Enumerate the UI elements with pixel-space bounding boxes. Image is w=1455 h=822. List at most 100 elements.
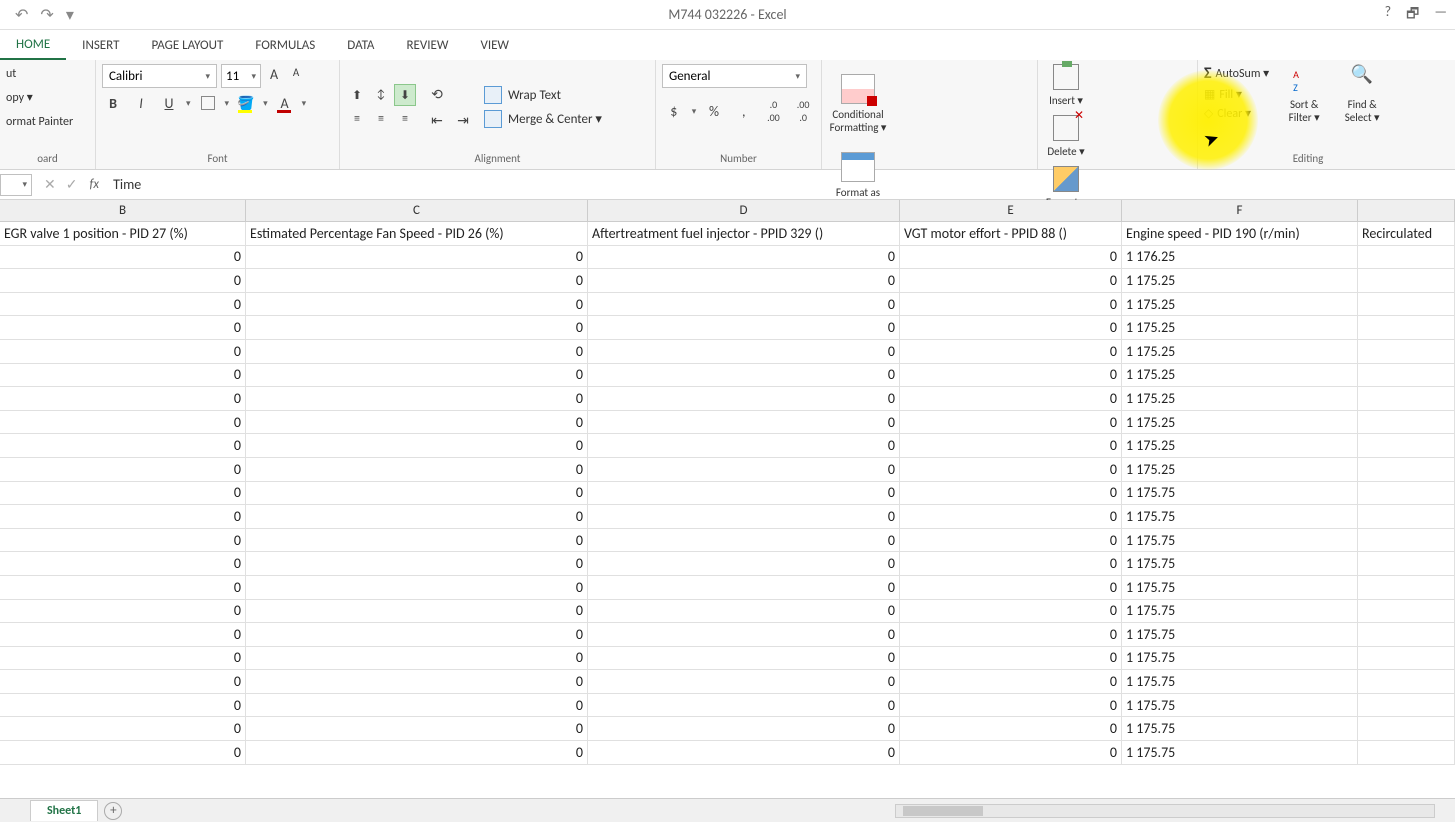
cell[interactable] bbox=[1358, 269, 1455, 292]
header-D[interactable]: Aftertreatment fuel injector - PPID 329 … bbox=[588, 222, 900, 245]
help-icon[interactable]: ? bbox=[1385, 3, 1392, 27]
cell[interactable]: 0 bbox=[900, 364, 1122, 387]
sort-filter-button[interactable]: Sort & Filter ▾ bbox=[1279, 64, 1329, 150]
cell[interactable]: 0 bbox=[588, 694, 900, 717]
cell[interactable]: 0 bbox=[588, 246, 900, 269]
cell[interactable]: 0 bbox=[0, 505, 246, 528]
cell[interactable]: 0 bbox=[0, 269, 246, 292]
cell[interactable]: 1 175.25 bbox=[1122, 458, 1358, 481]
fill-color-button[interactable]: 🪣 bbox=[235, 92, 257, 114]
cell[interactable]: 0 bbox=[246, 293, 588, 316]
header-C[interactable]: Estimated Percentage Fan Speed - PID 26 … bbox=[246, 222, 588, 245]
cell[interactable]: 0 bbox=[900, 623, 1122, 646]
currency-dropdown-icon[interactable]: ▾ bbox=[692, 106, 697, 117]
cell[interactable] bbox=[1358, 623, 1455, 646]
cell[interactable]: 0 bbox=[246, 316, 588, 339]
cell[interactable]: 1 175.75 bbox=[1122, 482, 1358, 505]
cut-button[interactable]: ut bbox=[6, 64, 89, 84]
cell[interactable] bbox=[1358, 387, 1455, 410]
number-format-select[interactable]: General▾ bbox=[662, 64, 807, 88]
cell[interactable]: 0 bbox=[246, 600, 588, 623]
cell[interactable]: 0 bbox=[246, 529, 588, 552]
cell[interactable]: 0 bbox=[0, 623, 246, 646]
delete-cells-button[interactable]: Delete ▾ bbox=[1044, 115, 1088, 158]
cell[interactable]: 0 bbox=[900, 434, 1122, 457]
ribbon-display-icon[interactable]: 🗗 bbox=[1406, 3, 1419, 27]
cell[interactable]: 1 175.25 bbox=[1122, 340, 1358, 363]
cell[interactable] bbox=[1358, 316, 1455, 339]
cell[interactable]: 0 bbox=[588, 434, 900, 457]
header-B[interactable]: EGR valve 1 position - PID 27 (%) bbox=[0, 222, 246, 245]
find-select-button[interactable]: Find & Select ▾ bbox=[1337, 64, 1387, 150]
cell[interactable]: 0 bbox=[588, 552, 900, 575]
cell[interactable]: 1 175.75 bbox=[1122, 670, 1358, 693]
cell[interactable]: 0 bbox=[246, 458, 588, 481]
cell[interactable] bbox=[1358, 529, 1455, 552]
increase-indent-icon[interactable]: ⇥ bbox=[452, 109, 474, 131]
cell[interactable]: 1 175.25 bbox=[1122, 364, 1358, 387]
minimize-icon[interactable]: — bbox=[1434, 3, 1447, 27]
cell[interactable]: 0 bbox=[900, 482, 1122, 505]
align-top-icon[interactable]: ⬆ bbox=[346, 84, 368, 106]
header-G[interactable]: Recirculated bbox=[1358, 222, 1455, 245]
underline-button[interactable]: U bbox=[158, 92, 180, 114]
cell[interactable]: 0 bbox=[0, 670, 246, 693]
align-left-icon[interactable]: ≡ bbox=[346, 108, 368, 130]
align-bottom-icon[interactable]: ⬇ bbox=[394, 84, 416, 106]
cell[interactable]: 1 175.75 bbox=[1122, 529, 1358, 552]
cell[interactable]: 0 bbox=[246, 623, 588, 646]
cell[interactable]: 0 bbox=[246, 647, 588, 670]
col-header-B[interactable]: B bbox=[0, 200, 246, 221]
scrollbar-thumb[interactable] bbox=[903, 806, 983, 816]
cell[interactable]: 1 175.75 bbox=[1122, 694, 1358, 717]
cell[interactable]: 1 175.25 bbox=[1122, 269, 1358, 292]
cell[interactable]: 0 bbox=[0, 694, 246, 717]
cell[interactable]: 0 bbox=[588, 387, 900, 410]
orientation-button[interactable]: ⟲ bbox=[426, 83, 448, 105]
cell[interactable]: 0 bbox=[246, 482, 588, 505]
cell[interactable]: 0 bbox=[0, 741, 246, 764]
comma-button[interactable]: , bbox=[732, 103, 756, 120]
cell[interactable]: 0 bbox=[588, 670, 900, 693]
cell[interactable] bbox=[1358, 717, 1455, 740]
borders-button[interactable] bbox=[197, 92, 219, 114]
font-size-select[interactable]: 11▾ bbox=[221, 64, 261, 88]
cell[interactable]: 0 bbox=[246, 717, 588, 740]
cell[interactable]: 0 bbox=[588, 529, 900, 552]
autosum-button[interactable]: ΣAutoSum ▾ bbox=[1204, 64, 1269, 83]
cell[interactable] bbox=[1358, 647, 1455, 670]
cell[interactable]: 0 bbox=[588, 482, 900, 505]
cell[interactable]: 0 bbox=[0, 246, 246, 269]
cell[interactable]: 0 bbox=[246, 411, 588, 434]
cell[interactable]: 0 bbox=[0, 434, 246, 457]
cell[interactable]: 0 bbox=[588, 647, 900, 670]
merge-center-button[interactable]: Merge & Center ▾ bbox=[484, 110, 602, 128]
percent-button[interactable]: % bbox=[702, 103, 726, 120]
conditional-formatting-button[interactable]: Conditional Formatting ▾ bbox=[828, 64, 888, 136]
copy-button[interactable]: opy ▾ bbox=[6, 88, 89, 108]
tab-page-layout[interactable]: PAGE LAYOUT bbox=[135, 32, 239, 59]
cell[interactable]: 0 bbox=[588, 505, 900, 528]
cell[interactable]: 0 bbox=[900, 670, 1122, 693]
cell[interactable]: 0 bbox=[246, 576, 588, 599]
tab-insert[interactable]: INSERT bbox=[66, 32, 135, 59]
cell[interactable]: 0 bbox=[900, 458, 1122, 481]
cell[interactable]: 0 bbox=[900, 269, 1122, 292]
horizontal-scrollbar[interactable] bbox=[895, 804, 1435, 818]
cell[interactable] bbox=[1358, 505, 1455, 528]
currency-button[interactable]: $ bbox=[662, 103, 686, 120]
cell[interactable]: 0 bbox=[0, 717, 246, 740]
cell[interactable]: 0 bbox=[588, 741, 900, 764]
cell[interactable]: 0 bbox=[0, 552, 246, 575]
cell[interactable]: 0 bbox=[900, 600, 1122, 623]
bold-button[interactable]: B bbox=[102, 92, 124, 114]
col-header-G[interactable] bbox=[1358, 200, 1455, 221]
cell[interactable]: 0 bbox=[900, 529, 1122, 552]
cell[interactable] bbox=[1358, 364, 1455, 387]
font-color-dropdown-icon[interactable]: ▾ bbox=[302, 98, 307, 109]
wrap-text-button[interactable]: Wrap Text bbox=[484, 86, 602, 104]
cancel-formula-icon[interactable]: ✕ bbox=[44, 176, 56, 193]
add-sheet-button[interactable]: + bbox=[104, 802, 122, 820]
cell[interactable]: 0 bbox=[900, 576, 1122, 599]
cell[interactable] bbox=[1358, 552, 1455, 575]
